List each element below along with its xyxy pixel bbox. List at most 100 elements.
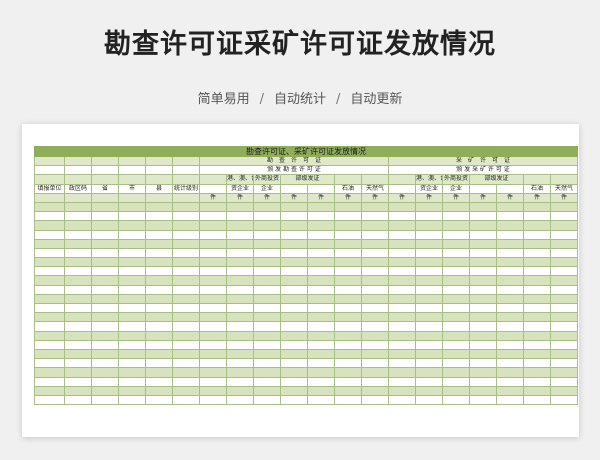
table-cell[interactable] bbox=[64, 284, 92, 295]
table-cell[interactable] bbox=[118, 348, 146, 360]
table-cell[interactable] bbox=[172, 220, 200, 231]
table-cell[interactable] bbox=[334, 238, 362, 249]
table-cell[interactable] bbox=[172, 358, 200, 369]
table-cell[interactable] bbox=[280, 247, 308, 259]
table-cell[interactable] bbox=[334, 211, 362, 222]
table-cell[interactable] bbox=[523, 229, 551, 240]
table-cell[interactable] bbox=[523, 321, 551, 332]
table-cell[interactable] bbox=[172, 321, 200, 332]
table-cell[interactable] bbox=[64, 358, 92, 369]
table-cell[interactable] bbox=[118, 284, 146, 295]
table-cell[interactable] bbox=[280, 376, 308, 387]
table-cell[interactable] bbox=[145, 367, 173, 378]
table-cell[interactable] bbox=[64, 275, 92, 286]
table-cell[interactable] bbox=[549, 330, 579, 341]
table-cell[interactable] bbox=[172, 376, 200, 387]
table-cell[interactable] bbox=[118, 266, 146, 277]
table-cell[interactable] bbox=[496, 238, 524, 249]
table-cell[interactable] bbox=[523, 220, 551, 231]
table-cell[interactable] bbox=[226, 312, 254, 323]
table-cell[interactable] bbox=[91, 348, 119, 360]
table-cell[interactable] bbox=[523, 358, 551, 369]
table-cell[interactable] bbox=[145, 302, 173, 314]
table-cell[interactable] bbox=[442, 321, 470, 332]
table-cell[interactable] bbox=[469, 358, 497, 369]
table-cell[interactable] bbox=[361, 266, 389, 277]
table-cell[interactable] bbox=[91, 220, 119, 231]
table-cell[interactable] bbox=[361, 220, 389, 231]
table-cell[interactable] bbox=[549, 358, 579, 369]
table-cell[interactable] bbox=[226, 367, 254, 378]
table-cell[interactable] bbox=[172, 247, 200, 259]
table-cell[interactable] bbox=[415, 247, 443, 259]
table-cell[interactable] bbox=[388, 257, 416, 268]
table-cell[interactable] bbox=[280, 339, 308, 350]
table-cell[interactable] bbox=[253, 330, 281, 341]
table-cell[interactable] bbox=[442, 312, 470, 323]
table-cell[interactable] bbox=[280, 229, 308, 240]
table-cell[interactable] bbox=[64, 257, 92, 268]
table-cell[interactable] bbox=[199, 302, 227, 314]
table-cell[interactable] bbox=[172, 293, 200, 305]
table-cell[interactable] bbox=[361, 348, 389, 360]
table-cell[interactable] bbox=[34, 275, 65, 286]
table-cell[interactable] bbox=[334, 385, 362, 396]
table-cell[interactable] bbox=[334, 394, 362, 406]
table-cell[interactable] bbox=[496, 284, 524, 295]
table-cell[interactable] bbox=[361, 330, 389, 341]
table-cell[interactable] bbox=[361, 201, 389, 213]
table-cell[interactable] bbox=[361, 257, 389, 268]
table-cell[interactable] bbox=[469, 394, 497, 406]
table-cell[interactable] bbox=[334, 302, 362, 314]
table-cell[interactable] bbox=[172, 211, 200, 222]
table-cell[interactable] bbox=[334, 201, 362, 213]
table-cell[interactable] bbox=[469, 312, 497, 323]
table-cell[interactable] bbox=[199, 247, 227, 259]
table-cell[interactable] bbox=[469, 201, 497, 213]
table-cell[interactable] bbox=[307, 266, 335, 277]
table-cell[interactable] bbox=[469, 229, 497, 240]
table-cell[interactable] bbox=[172, 302, 200, 314]
table-cell[interactable] bbox=[388, 238, 416, 249]
table-cell[interactable] bbox=[442, 394, 470, 406]
table-cell[interactable] bbox=[253, 321, 281, 332]
table-cell[interactable] bbox=[549, 266, 579, 277]
table-cell[interactable] bbox=[469, 302, 497, 314]
table-cell[interactable] bbox=[118, 321, 146, 332]
table-cell[interactable] bbox=[307, 358, 335, 369]
table-cell[interactable] bbox=[34, 229, 65, 240]
table-cell[interactable] bbox=[280, 284, 308, 295]
table-cell[interactable] bbox=[496, 339, 524, 350]
table-cell[interactable] bbox=[34, 266, 65, 277]
table-cell[interactable] bbox=[334, 348, 362, 360]
table-cell[interactable] bbox=[34, 211, 65, 222]
table-cell[interactable] bbox=[91, 201, 119, 213]
table-cell[interactable] bbox=[34, 238, 65, 249]
table-cell[interactable] bbox=[361, 312, 389, 323]
table-cell[interactable] bbox=[388, 211, 416, 222]
table-cell[interactable] bbox=[442, 266, 470, 277]
table-cell[interactable] bbox=[91, 339, 119, 350]
table-cell[interactable] bbox=[388, 302, 416, 314]
table-cell[interactable] bbox=[118, 247, 146, 259]
table-cell[interactable] bbox=[64, 312, 92, 323]
table-cell[interactable] bbox=[442, 247, 470, 259]
table-cell[interactable] bbox=[226, 247, 254, 259]
table-cell[interactable] bbox=[307, 247, 335, 259]
table-cell[interactable] bbox=[145, 201, 173, 213]
table-cell[interactable] bbox=[226, 330, 254, 341]
table-cell[interactable] bbox=[145, 247, 173, 259]
table-cell[interactable] bbox=[34, 330, 65, 341]
table-cell[interactable] bbox=[118, 211, 146, 222]
table-cell[interactable] bbox=[442, 201, 470, 213]
table-cell[interactable] bbox=[549, 302, 579, 314]
table-cell[interactable] bbox=[280, 257, 308, 268]
table-cell[interactable] bbox=[34, 257, 65, 268]
table-cell[interactable] bbox=[469, 284, 497, 295]
table-cell[interactable] bbox=[280, 266, 308, 277]
table-cell[interactable] bbox=[91, 275, 119, 286]
table-cell[interactable] bbox=[226, 376, 254, 387]
table-cell[interactable] bbox=[415, 330, 443, 341]
table-cell[interactable] bbox=[172, 339, 200, 350]
table-cell[interactable] bbox=[307, 367, 335, 378]
